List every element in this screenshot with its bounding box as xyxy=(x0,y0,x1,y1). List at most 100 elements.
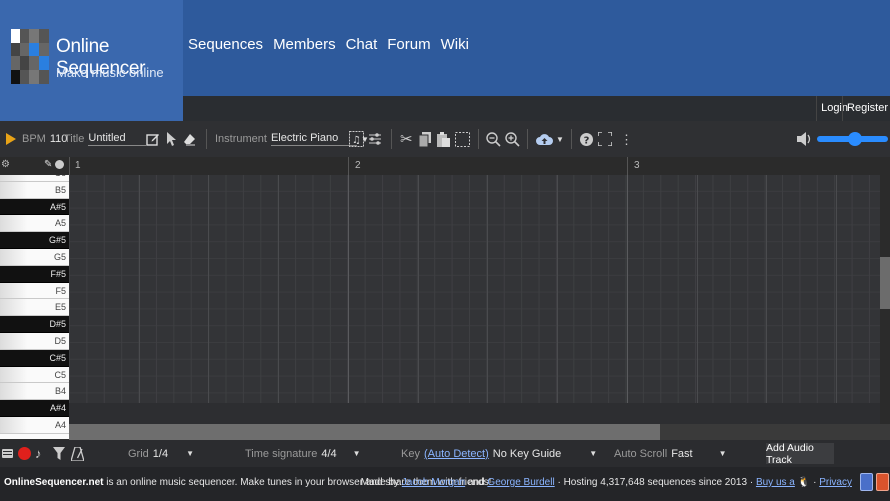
auto-detect-link[interactable]: (Auto Detect) xyxy=(424,448,489,460)
record-button[interactable] xyxy=(18,440,31,467)
fullscreen-button[interactable] xyxy=(598,121,612,157)
beat-line xyxy=(556,175,558,424)
nav-wiki[interactable]: Wiki xyxy=(441,36,469,53)
pointer-icon xyxy=(167,132,176,146)
piano-key-asharp4[interactable]: A#4 xyxy=(0,400,69,417)
bar-number: 1 xyxy=(75,160,81,171)
selection-icon xyxy=(455,131,470,147)
vertical-scroll-thumb[interactable] xyxy=(880,257,890,309)
buy-us-link[interactable]: Buy us a xyxy=(756,477,795,488)
author-link-george[interactable]: George Burdell xyxy=(487,477,554,488)
piano-key-dsharp5[interactable]: D#5 xyxy=(0,316,69,333)
instrument-settings-button[interactable]: ♫ xyxy=(349,121,364,157)
beat-line xyxy=(766,175,767,424)
pencil-icon[interactable]: ✎ xyxy=(44,159,52,170)
penguin-icon: 🐧 xyxy=(797,477,811,488)
bar-line xyxy=(348,175,349,424)
piano-key-a5[interactable]: A5 xyxy=(0,215,69,233)
social-share-button[interactable] xyxy=(860,473,873,491)
zoom-in-icon xyxy=(505,131,520,147)
author-link-jacob[interactable]: Jacob Morgan xyxy=(402,477,465,488)
cloud-upload-icon xyxy=(536,133,553,145)
chevron-down-icon: ▼ xyxy=(589,449,598,458)
help-button[interactable]: ? xyxy=(580,121,593,157)
site-tagline: Make music online xyxy=(56,65,164,80)
piano-key-b5[interactable]: B5 xyxy=(0,181,69,199)
bar-number: 3 xyxy=(634,160,640,171)
beat-line xyxy=(208,175,209,424)
grid-label: Grid xyxy=(128,447,149,460)
nav-sequences[interactable]: Sequences xyxy=(188,36,263,53)
play-button[interactable] xyxy=(6,121,16,157)
piano-key-e5[interactable]: E5 xyxy=(0,299,69,317)
copy-button[interactable] xyxy=(419,121,431,157)
sliders-icon xyxy=(369,133,381,145)
toolbar-divider xyxy=(527,129,528,149)
edit-pencil-button[interactable] xyxy=(146,121,160,157)
title-input[interactable]: Untitled xyxy=(88,132,147,146)
privacy-link[interactable]: Privacy xyxy=(819,477,852,488)
piano-key-d5[interactable]: D5 xyxy=(0,333,69,350)
nav-members[interactable]: Members xyxy=(273,36,336,53)
more-menu-button[interactable]: ⋮ xyxy=(620,121,633,157)
logo-icon xyxy=(11,29,49,84)
keyboard-toggle-button[interactable] xyxy=(2,440,13,467)
eraser-tool[interactable] xyxy=(183,121,196,157)
logo[interactable]: Online Sequencer Make music online xyxy=(0,0,183,121)
zoom-in-button[interactable] xyxy=(505,121,520,157)
volume-slider[interactable] xyxy=(817,121,888,157)
clock-icon[interactable] xyxy=(55,160,64,169)
key-select[interactable]: Key (Auto Detect) No Key Guide ▼ xyxy=(401,440,597,467)
auto-scroll-select[interactable]: Auto Scroll Fast ▼ xyxy=(614,440,727,467)
piano-key-c5[interactable]: C5 xyxy=(0,366,69,384)
ruler-tick xyxy=(69,157,70,175)
chevron-down-icon: ▼ xyxy=(186,449,194,458)
piano-key-gsharp5[interactable]: G#5 xyxy=(0,232,69,249)
piano-key-g5[interactable]: G5 xyxy=(0,249,69,266)
grid-value: 1/4 xyxy=(152,447,169,460)
note-settings-button[interactable]: ♪ xyxy=(35,440,42,467)
grid-empty-area xyxy=(69,403,880,424)
note-grid[interactable] xyxy=(69,175,880,424)
select-button[interactable] xyxy=(455,121,470,157)
nav-forum[interactable]: Forum xyxy=(387,36,430,53)
upload-menu-button[interactable]: ▼ xyxy=(536,121,564,157)
horizontal-scroll-thumb[interactable] xyxy=(69,424,660,440)
piano-key-b4[interactable]: B4 xyxy=(0,383,69,401)
paste-button[interactable] xyxy=(437,121,450,157)
separator-text: · xyxy=(810,477,820,488)
add-audio-track-button[interactable]: Add Audio Track xyxy=(766,442,834,466)
zoom-out-button[interactable] xyxy=(486,121,501,157)
piano-key-a4[interactable]: A4 xyxy=(0,417,69,434)
piano-key-c6[interactable]: C6 xyxy=(0,175,69,182)
volume-icon xyxy=(797,132,811,146)
volume-button[interactable] xyxy=(797,121,813,157)
fullscreen-icon xyxy=(598,132,612,146)
piano-key-fsharp5[interactable]: F#5 xyxy=(0,265,69,283)
cut-button[interactable]: ✂ xyxy=(400,121,413,157)
ruler-tick xyxy=(348,157,349,175)
piano-key-f5[interactable]: F5 xyxy=(0,282,69,300)
mixer-button[interactable] xyxy=(368,121,382,157)
filter-button[interactable] xyxy=(53,440,65,467)
hosting-text: · Hosting 4,317,648 sequences since 2013… xyxy=(554,477,756,488)
pointer-tool[interactable] xyxy=(166,121,177,157)
title-control: Title Untitled xyxy=(64,121,147,157)
header: Online Sequencer Make music online Seque… xyxy=(0,0,890,121)
time-signature-select[interactable]: Time signature 4/4 ▼ xyxy=(245,440,361,467)
piano-key-asharp5[interactable]: A#5 xyxy=(0,198,69,216)
timeline-ruler[interactable]: 1 2 3 xyxy=(0,157,880,175)
title-label: Title xyxy=(64,133,85,145)
volume-slider-track xyxy=(817,132,888,146)
metronome-button[interactable] xyxy=(71,440,84,467)
chevron-down-icon: ▼ xyxy=(718,449,727,458)
auto-scroll-value: Fast xyxy=(671,447,693,460)
filter-icon xyxy=(53,447,65,460)
rss-button[interactable] xyxy=(876,473,889,491)
nav-chat[interactable]: Chat xyxy=(346,36,378,53)
gear-icon[interactable]: ⚙ xyxy=(1,159,10,170)
piano-key-csharp5[interactable]: C#5 xyxy=(0,349,69,367)
grid-select[interactable]: Grid 1/4 ▼ xyxy=(128,440,194,467)
instrument-select[interactable]: Instrument Electric Piano ▼ xyxy=(215,121,369,157)
register-link[interactable]: Register xyxy=(842,96,890,121)
